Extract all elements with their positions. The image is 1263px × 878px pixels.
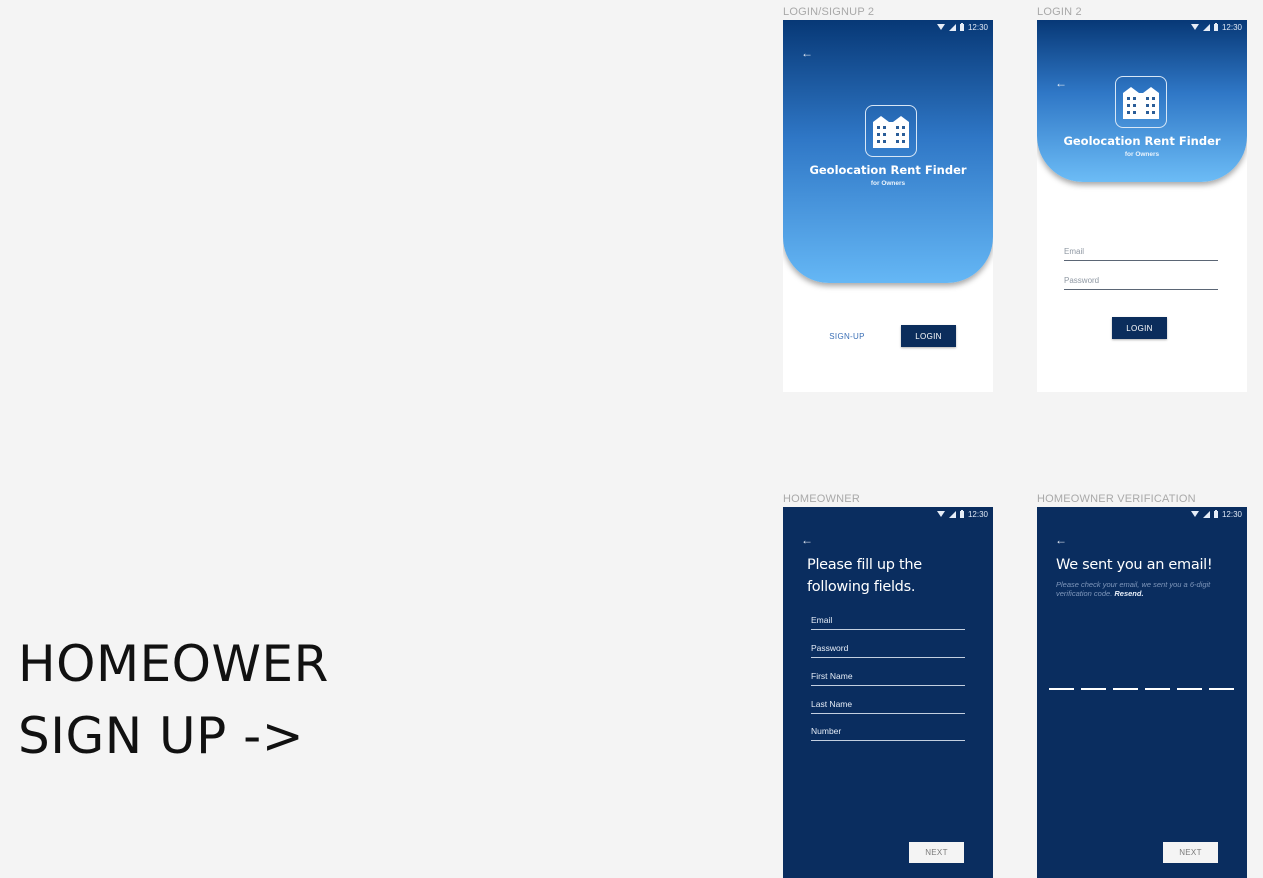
email-field[interactable]: Email	[1064, 247, 1218, 261]
wifi-icon	[1190, 510, 1199, 517]
form-heading-line1: Please fill up the	[807, 557, 922, 573]
artboard-label-login-signup: LOGIN/SIGNUP 2	[783, 6, 875, 18]
number-field[interactable]: Number	[811, 726, 965, 741]
wifi-icon	[1190, 23, 1199, 30]
status-bar: 12:30	[783, 507, 993, 521]
verification-code-input[interactable]	[1049, 688, 1234, 690]
design-canvas: HOMEOWER SIGN UP -> LOGIN/SIGNUP 2 12:30…	[0, 0, 1263, 878]
building-logo-icon	[1115, 76, 1167, 128]
code-digit-slot[interactable]	[1145, 688, 1170, 690]
status-bar: 12:30	[1037, 20, 1247, 34]
battery-icon	[1213, 510, 1218, 518]
code-digit-slot[interactable]	[1177, 688, 1202, 690]
status-bar: 12:30	[783, 20, 993, 34]
building-logo-icon	[865, 105, 917, 157]
next-button[interactable]: NEXT	[909, 842, 964, 863]
password-field[interactable]: Password	[1064, 276, 1218, 290]
code-digit-slot[interactable]	[1081, 688, 1106, 690]
app-subtitle: for Owners	[870, 180, 906, 187]
resend-link[interactable]: Resend.	[1114, 589, 1143, 598]
page-title-line2: SIGN UP ->	[18, 707, 305, 765]
back-arrow-icon[interactable]: ←	[801, 46, 813, 60]
code-digit-slot[interactable]	[1049, 688, 1074, 690]
login-button[interactable]: LOGIN	[901, 325, 956, 347]
last-name-field[interactable]: Last Name	[811, 699, 965, 714]
back-arrow-icon[interactable]: ←	[801, 533, 813, 547]
signup-button[interactable]: SIGN-UP	[817, 332, 877, 341]
page-title: HOMEOWER SIGN UP ->	[18, 628, 329, 772]
signal-icon	[948, 510, 956, 518]
login-screen: 12:30 ← Geolocation Rent Finder for Owne…	[1037, 20, 1247, 392]
first-name-field[interactable]: First Name	[811, 671, 965, 686]
signal-icon	[1202, 510, 1210, 518]
login-button[interactable]: LOGIN	[1112, 317, 1167, 339]
code-digit-slot[interactable]	[1113, 688, 1138, 690]
back-arrow-icon[interactable]: ←	[1055, 533, 1067, 547]
wifi-icon	[936, 23, 945, 30]
artboard-label-login: LOGIN 2	[1037, 6, 1082, 18]
form-heading: Please fill up the following fields.	[807, 554, 922, 598]
code-digit-slot[interactable]	[1209, 688, 1234, 690]
battery-icon	[1213, 23, 1218, 31]
app-name: Geolocation Rent Finder	[1063, 134, 1221, 148]
artboard-label-verification: HOMEOWNER VERIFICATION	[1037, 493, 1196, 505]
next-button[interactable]: NEXT	[1163, 842, 1218, 863]
homeowner-verification-screen: 12:30 ← We sent you an email! Please che…	[1037, 507, 1247, 878]
wifi-icon	[936, 510, 945, 517]
status-time: 12:30	[1221, 22, 1242, 32]
status-time: 12:30	[967, 509, 988, 519]
battery-icon	[959, 23, 964, 31]
page-title-line1: HOMEOWER	[18, 635, 329, 693]
app-name: Geolocation Rent Finder	[809, 163, 967, 177]
status-time: 12:30	[1221, 509, 1242, 519]
homeowner-signup-screen: 12:30 ← Please fill up the following fie…	[783, 507, 993, 878]
artboard-label-homeowner: HOMEOWNER	[783, 493, 860, 505]
status-bar: 12:30	[1037, 507, 1247, 521]
battery-icon	[959, 510, 964, 518]
password-field[interactable]: Password	[811, 643, 965, 658]
verification-heading: We sent you an email!	[1056, 557, 1213, 573]
app-subtitle: for Owners	[1124, 151, 1160, 158]
status-time: 12:30	[967, 22, 988, 32]
back-arrow-icon[interactable]: ←	[1055, 76, 1067, 90]
form-heading-line2: following fields.	[807, 579, 916, 595]
email-field[interactable]: Email	[811, 615, 965, 630]
verification-hint: Please check your email, we sent you a 6…	[1056, 580, 1231, 598]
login-signup-screen: 12:30 ← Geolocation Rent Finder for Owne…	[783, 20, 993, 392]
signal-icon	[948, 23, 956, 31]
signal-icon	[1202, 23, 1210, 31]
